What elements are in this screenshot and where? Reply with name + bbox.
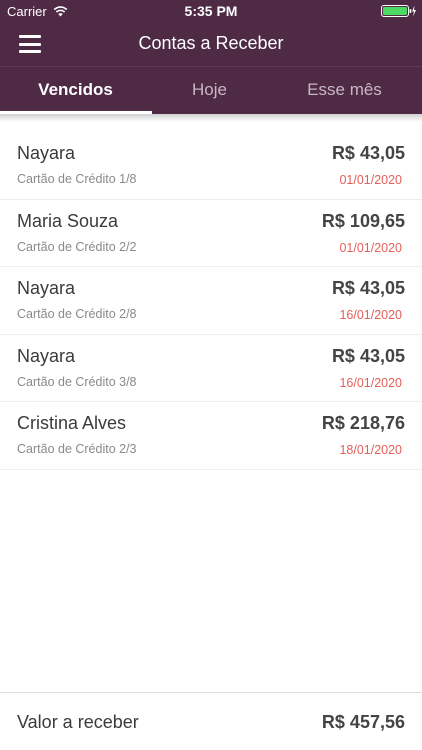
- item-value: R$ 43,05: [331, 345, 405, 366]
- item-due-date: 01/01/2020: [339, 173, 402, 187]
- item-due-date: 18/01/2020: [339, 443, 402, 457]
- page-title: Contas a Receber: [138, 33, 284, 53]
- item-description: Cartão de Crédito 2/8: [17, 307, 137, 321]
- status-bar: Carrier 5:35 PM: [0, 0, 422, 22]
- total-value: R$ 457,56: [321, 712, 405, 732]
- tab-esse-mes[interactable]: Esse mês: [274, 67, 415, 115]
- item-due-date: 16/01/2020: [339, 308, 402, 322]
- list-item[interactable]: Nayara Cartão de Crédito 3/8 R$ 43,05 16…: [0, 335, 422, 402]
- tab-vencidos[interactable]: Vencidos: [5, 67, 146, 115]
- item-description: Cartão de Crédito 3/8: [17, 374, 137, 389]
- item-value: R$ 109,65: [321, 210, 405, 231]
- list-item[interactable]: Maria Souza Cartão de Crédito 2/2 R$ 109…: [0, 200, 422, 267]
- total-footer: Valor a receber R$ 457,56: [0, 692, 422, 750]
- item-name: Nayara: [17, 143, 76, 163]
- tab-bar: Vencidos Hoje Esse mês: [0, 66, 422, 114]
- item-value: R$ 218,76: [321, 413, 405, 433]
- app-header: Carrier 5:35 PM Contas a Receber Vencido…: [0, 0, 422, 114]
- navigation-bar: Contas a Receber: [0, 22, 422, 66]
- tab-hoje[interactable]: Hoje: [139, 67, 280, 115]
- list-item[interactable]: Nayara Cartão de Crédito 1/8 R$ 43,05 01…: [0, 132, 422, 200]
- item-name: Cristina Alves: [17, 413, 127, 433]
- item-description: Cartão de Crédito 2/2: [17, 239, 137, 254]
- battery-icon: [381, 5, 416, 17]
- item-due-date: 01/01/2020: [339, 240, 402, 255]
- item-value: R$ 43,05: [331, 278, 405, 298]
- item-name: Nayara: [17, 345, 76, 366]
- item-description: Cartão de Crédito 2/3: [17, 442, 137, 456]
- receivables-list: Nayara Cartão de Crédito 1/8 R$ 43,05 01…: [0, 132, 422, 470]
- item-due-date: 16/01/2020: [339, 375, 402, 390]
- list-item[interactable]: Nayara Cartão de Crédito 2/8 R$ 43,05 16…: [0, 267, 422, 335]
- total-label: Valor a receber: [17, 712, 139, 732]
- clock-label: 5:35 PM: [184, 3, 238, 19]
- item-description: Cartão de Crédito 1/8: [17, 172, 137, 186]
- item-name: Maria Souza: [17, 210, 119, 231]
- header-shadow: [0, 114, 422, 122]
- list-item[interactable]: Cristina Alves Cartão de Crédito 2/3 R$ …: [0, 402, 422, 470]
- item-value: R$ 43,05: [331, 143, 405, 163]
- item-name: Nayara: [17, 278, 76, 298]
